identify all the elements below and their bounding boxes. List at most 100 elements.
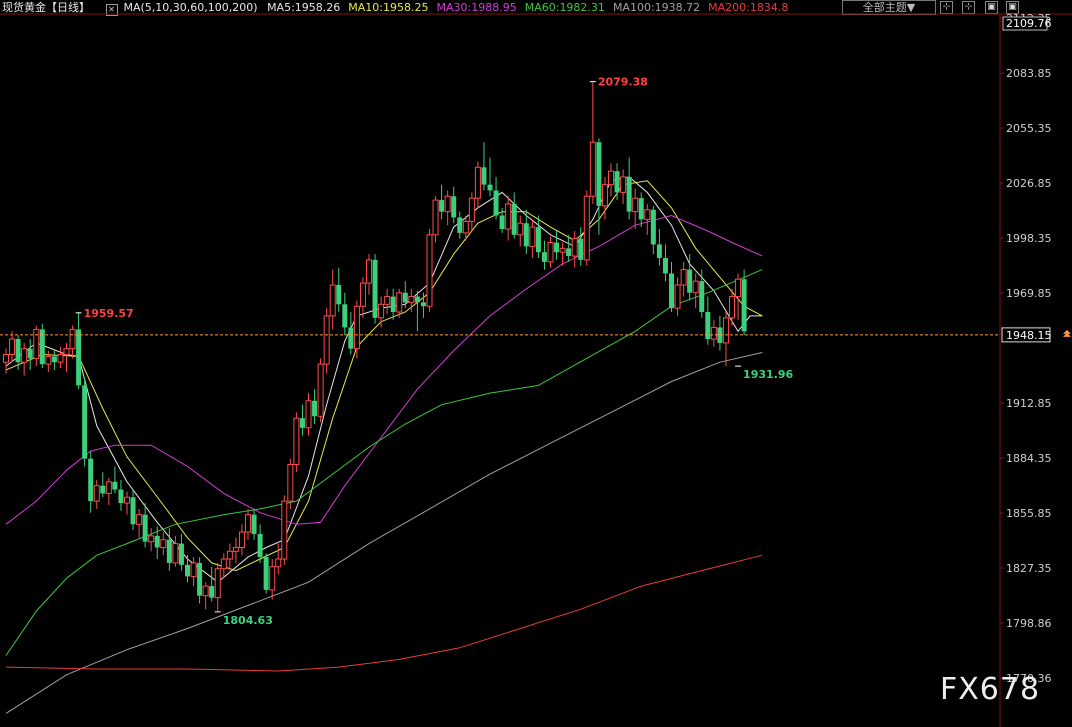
candle-body [9,338,16,355]
candle-body [692,280,699,294]
candle-body [69,328,76,350]
candle-body [511,203,517,235]
candle-body [554,242,560,253]
candle-body [245,514,251,533]
y-tick-label: 1912.85 [1006,397,1052,410]
candle-body [384,296,391,305]
candle-body [583,195,590,261]
extreme-label: 1959.57 [84,307,134,320]
candle-body [523,223,529,247]
y-tick-label: 1798.86 [1006,617,1052,630]
candle-body [148,535,155,543]
y-tick-label: 1998.35 [1006,232,1052,245]
candle-body [136,514,143,525]
candle-body [312,400,318,417]
candle-body [669,273,674,309]
candle-body [644,209,651,220]
candle-body [402,292,408,303]
candle-body [517,222,524,236]
y-tick-label: 1969.85 [1006,287,1052,300]
current-price-label: 1948.15 [1006,329,1052,342]
candle-body [535,227,541,253]
candle-body [293,417,300,465]
candle-body [559,247,566,253]
candle-body [214,568,221,599]
candle-body [541,252,547,262]
candle-body [390,296,396,313]
candle-body [27,348,33,359]
candle-body [15,339,21,363]
ma-line-ma30 [5,214,763,525]
candle-body [699,281,705,313]
candle-body [93,485,100,502]
candle-body [656,244,662,258]
candle-body [457,217,463,233]
candle-body [439,200,445,212]
y-tick-label: 2026.85 [1006,177,1052,190]
candle-body [336,284,342,305]
candle-body [209,586,215,598]
extreme-label: 1931.96 [743,368,793,381]
candle-body [76,329,82,386]
candle-body [632,197,639,213]
candle-body [154,535,160,548]
y-tick-label: 2083.85 [1006,67,1052,80]
candle-body [566,248,572,257]
candle-body [263,557,269,590]
candle-body [190,562,197,577]
candle-body [359,282,366,307]
candle-body [571,238,578,257]
ma-line-ma60 [5,269,763,656]
candle-body [197,562,203,596]
candle-body [317,363,324,417]
candle-body [63,348,70,355]
candle-body [680,269,687,286]
candlestick-chart[interactable]: 2112.352083.852055.352026.851998.351969.… [0,0,1072,727]
candle-body [51,356,57,363]
candle-body [342,304,348,328]
candle-body [287,463,294,502]
candle-body [88,458,94,502]
candle-body [529,226,536,247]
candle-body [468,197,475,222]
candle-body [142,514,148,542]
candle-body [474,166,481,199]
extreme-label: 2079.38 [598,76,648,89]
candle-body [269,566,276,591]
ma-line-ma200 [5,554,763,672]
candle-body [185,564,190,577]
extreme-label: 1804.63 [223,614,273,627]
candle-body [82,385,88,459]
candle-body [547,242,554,263]
top-value-label: 2109.76 [1006,17,1052,30]
ma-line-ma10 [5,180,763,572]
candle-body [275,558,282,568]
candle-body [257,533,263,558]
candle-body [420,302,426,307]
y-tick-label: 2055.35 [1006,122,1052,135]
candle-body [432,199,439,236]
candle-body [451,196,457,218]
candle-body [614,171,620,193]
candle-body [130,497,136,525]
candle-body [3,353,9,363]
candle-body [626,176,632,212]
candle-body [687,269,693,293]
candle-body [493,190,499,216]
candle-body [674,284,681,309]
candle-body [444,195,451,213]
candle-body [299,418,305,428]
candle-body [166,539,172,563]
candle-body [21,348,28,363]
candle-body [741,279,747,332]
candle-body [100,485,106,494]
candle-body [172,543,179,564]
candle-body [596,142,602,206]
candle-body [638,198,644,220]
candle-body [124,496,130,504]
candle-body [178,543,184,565]
y-tick-label: 1884.35 [1006,452,1052,465]
candle-body [462,220,469,234]
candle-body [220,558,227,570]
candle-body [118,489,124,504]
